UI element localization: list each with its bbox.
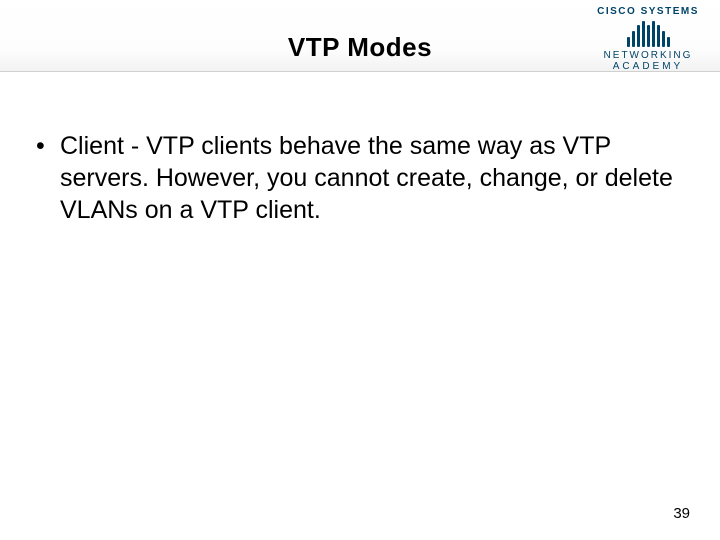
logo-brand-text: CISCO SYSTEMS bbox=[588, 6, 708, 17]
cisco-logo: CISCO SYSTEMS NETWORKING ACADEMY bbox=[588, 6, 708, 72]
page-number: 39 bbox=[673, 505, 690, 522]
logo-subline1: NETWORKING bbox=[588, 50, 708, 61]
cisco-bridge-icon bbox=[618, 19, 678, 47]
slide-body: Client - VTP clients behave the same way… bbox=[0, 72, 720, 226]
bullet-list: Client - VTP clients behave the same way… bbox=[32, 130, 688, 226]
slide-header: VTP Modes CISCO SYSTEMS NETWORKING ACADE… bbox=[0, 0, 720, 72]
bullet-item: Client - VTP clients behave the same way… bbox=[32, 130, 688, 226]
logo-subline2: ACADEMY bbox=[588, 61, 708, 72]
